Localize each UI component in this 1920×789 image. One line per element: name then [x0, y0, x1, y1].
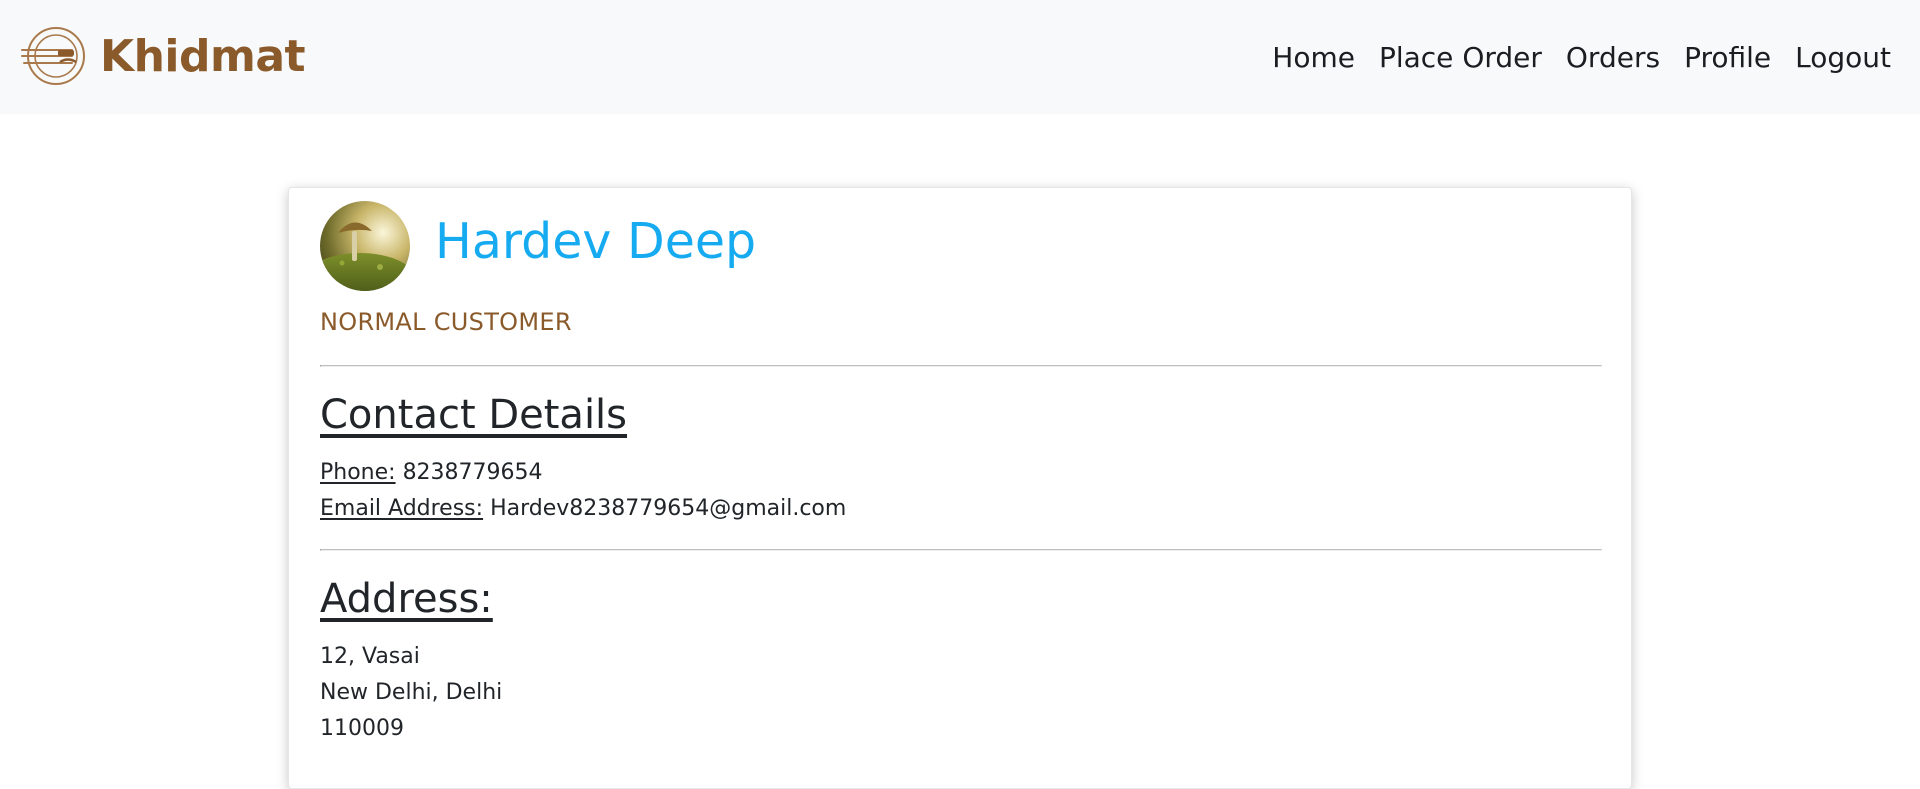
email-row: Email Address: Hardev8238779654@gmail.co… [320, 494, 846, 524]
plate-cutlery-icon [21, 27, 85, 85]
profile-card: Hardev Deep NORMAL CUSTOMER Contact Deta… [288, 187, 1632, 789]
contact-details-heading: Contact Details [320, 392, 628, 438]
user-name: Hardev Deep [435, 213, 757, 270]
customer-type-label: NORMAL CUSTOMER [320, 308, 572, 336]
nav-profile[interactable]: Profile [1684, 38, 1771, 78]
address-line-3: 110009 [320, 716, 404, 741]
address-heading: Address: [320, 576, 493, 622]
nav-logout[interactable]: Logout [1795, 38, 1891, 78]
brand-link[interactable]: Khidmat [20, 26, 306, 86]
main-nav: Home Place Order Orders Profile Logout [1272, 38, 1891, 78]
address-line-1: 12, Vasai [320, 644, 420, 669]
phone-row: Phone: 8238779654 [320, 458, 543, 488]
nav-place-order[interactable]: Place Order [1379, 38, 1542, 78]
avatar [320, 201, 410, 291]
email-value: Hardev8238779654@gmail.com [490, 496, 847, 521]
address-line-2: New Delhi, Delhi [320, 680, 503, 705]
email-label: Email Address: [320, 496, 484, 521]
phone-label: Phone: [320, 460, 396, 485]
brand-name: Khidmat [100, 30, 306, 82]
divider [320, 549, 1602, 551]
phone-value: 8238779654 [402, 460, 543, 485]
top-navbar: Khidmat Home Place Order Orders Profile … [0, 0, 1920, 114]
divider [320, 365, 1602, 367]
nav-home[interactable]: Home [1272, 38, 1355, 78]
nav-orders[interactable]: Orders [1566, 38, 1660, 78]
